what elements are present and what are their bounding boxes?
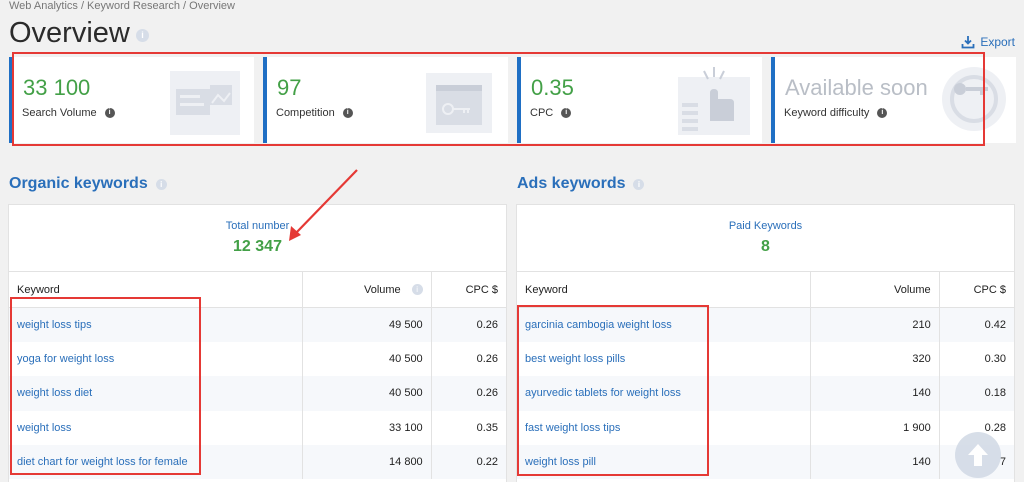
table-row: weight loss 33 100 0.35	[9, 410, 506, 446]
cpc-cell: 0.26	[430, 376, 506, 411]
ads-keywords-table: Keyword Volume CPC $ garcinia cambogia w…	[517, 271, 1014, 480]
summary-label: Total number	[225, 220, 290, 232]
kpi-keyword-difficulty: Available soon Keyword difficulty i	[771, 57, 1016, 143]
info-icon[interactable]: i	[411, 284, 423, 296]
organic-panel: Total number 12 347 Keyword Volume i CPC …	[8, 204, 507, 482]
ads-panel: Paid Keywords 8 Keyword Volume CPC $ gar…	[516, 204, 1015, 482]
breadcrumb: Web Analytics / Keyword Research / Overv…	[9, 0, 235, 12]
table-row: ayurvedic tablets for weight loss 140 0.18	[517, 376, 1014, 411]
kpi-value: 33 100	[23, 75, 91, 100]
kpi-search-volume: 33 100 Search Volume i	[9, 57, 254, 143]
organic-title: Organic keywords	[9, 175, 148, 192]
info-icon[interactable]: i	[342, 108, 353, 118]
keys-icon	[942, 67, 1006, 131]
volume-cell: 210	[810, 307, 940, 342]
table-row: weight loss pill 140 7	[517, 445, 1014, 480]
kpi-value: 97	[277, 75, 302, 100]
keyword-link[interactable]: weight loss pill	[517, 445, 811, 480]
keyword-link[interactable]: garcinia cambogia weight loss	[517, 307, 811, 342]
cpc-cell: 0.42	[938, 307, 1014, 342]
table-row: garcinia cambogia weight loss 210 0.42	[517, 307, 1014, 342]
section-title-ads: Ads keywords i	[517, 175, 645, 193]
cpc-cell: 0.26	[430, 307, 506, 342]
keyword-link[interactable]: best weight loss pills	[517, 342, 811, 376]
download-icon	[961, 36, 975, 49]
volume-cell: 14 800	[302, 445, 432, 480]
volume-cell: 40 500	[302, 341, 432, 377]
cpc-cell: 0.30	[938, 341, 1014, 377]
volume-cell: 1 900	[810, 410, 940, 446]
page-title: Overview	[9, 17, 130, 49]
keyword-link[interactable]: weight loss tips	[9, 307, 303, 342]
column-header-volume-label: Volume	[363, 283, 401, 296]
organic-keywords-table: Keyword Volume i CPC $ weight loss tips 49…	[9, 271, 506, 480]
report-icon	[170, 71, 240, 135]
info-icon[interactable]: i	[877, 108, 888, 118]
key-card-icon	[426, 73, 492, 133]
table-row: best weight loss pills 320 0.30	[517, 341, 1014, 377]
table-row: yoga for weight loss 40 500 0.26	[9, 341, 506, 377]
info-icon[interactable]: i	[104, 108, 115, 118]
table-row: diet chart for weight loss for female 14 …	[9, 445, 506, 480]
info-icon[interactable]: i	[136, 29, 149, 42]
summary-value: 12 347	[233, 238, 282, 255]
column-header-volume[interactable]: Volume	[810, 271, 940, 308]
table-header-row: Keyword Volume CPC $	[517, 271, 1014, 308]
keyword-link[interactable]: diet chart for weight loss for female	[9, 445, 303, 480]
table-row: weight loss diet 40 500 0.26	[9, 376, 506, 411]
table-header-row: Keyword Volume i CPC $	[9, 271, 506, 308]
ads-title: Ads keywords	[517, 175, 626, 192]
volume-cell: 140	[810, 445, 940, 480]
keyword-link[interactable]: ayurvedic tablets for weight loss	[517, 376, 811, 411]
kpi-value: 0.35	[531, 75, 574, 100]
kpi-label: Search Volume	[22, 107, 97, 119]
column-header-keyword[interactable]: Keyword	[517, 271, 811, 308]
keyword-link[interactable]: yoga for weight loss	[9, 342, 303, 376]
summary-label: Paid Keywords	[728, 220, 803, 232]
column-header-cpc[interactable]: CPC $	[938, 271, 1014, 308]
kpi-label: Competition	[276, 107, 335, 119]
cpc-cell: 0.26	[430, 341, 506, 377]
volume-cell: 40 500	[302, 376, 432, 411]
section-title-organic: Organic keywords i	[9, 175, 167, 193]
column-header-keyword[interactable]: Keyword	[9, 271, 303, 308]
cpc-cell: 0.35	[430, 410, 506, 446]
volume-cell: 320	[810, 341, 940, 377]
kpi-cpc: 0.35 CPC i	[517, 57, 762, 143]
info-icon[interactable]: i	[633, 178, 645, 190]
info-icon[interactable]: i	[155, 178, 167, 190]
kpi-competition: 97 Competition i	[263, 57, 508, 143]
volume-cell: 33 100	[302, 410, 432, 446]
kpi-label: Keyword difficulty	[784, 107, 870, 119]
scroll-to-top-button[interactable]	[955, 432, 1001, 478]
cpc-cell: 0.18	[938, 376, 1014, 411]
export-button[interactable]: Export	[961, 35, 1015, 49]
kpi-label: CPC	[530, 107, 554, 119]
kpi-value: Available soon	[785, 75, 928, 100]
table-row: weight loss tips 49 500 0.26	[9, 307, 506, 342]
click-hand-icon	[678, 67, 750, 135]
export-label: Export	[980, 35, 1015, 49]
keyword-link[interactable]: weight loss	[9, 411, 303, 445]
cpc-cell: 0.22	[430, 445, 506, 480]
volume-cell: 49 500	[302, 307, 432, 342]
arrow-up-icon	[968, 444, 988, 466]
column-header-cpc[interactable]: CPC $	[430, 271, 506, 308]
keyword-link[interactable]: weight loss diet	[9, 376, 303, 411]
summary-value: 8	[761, 238, 770, 255]
table-row: fast weight loss tips 1 900 0.28	[517, 410, 1014, 446]
keyword-link[interactable]: fast weight loss tips	[517, 411, 811, 445]
column-header-volume[interactable]: Volume i	[302, 271, 432, 308]
info-icon[interactable]: i	[561, 108, 572, 118]
volume-cell: 140	[810, 376, 940, 411]
kpi-row: 33 100 Search Volume i 97 Competition i 0.…	[9, 57, 1016, 143]
